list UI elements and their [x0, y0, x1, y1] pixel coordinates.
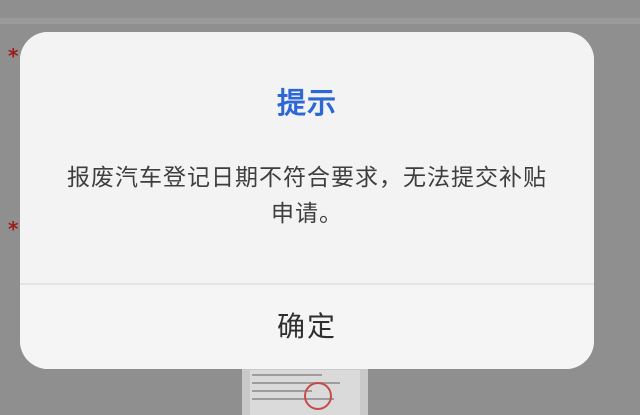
alert-dialog: 提示 报废汽车登记日期不符合要求，无法提交补贴申请。 确定 — [20, 32, 594, 369]
document-line — [252, 374, 322, 376]
document-line — [252, 390, 312, 392]
dialog-message: 报废汽车登记日期不符合要求，无法提交补贴申请。 — [67, 165, 547, 227]
background-band — [0, 18, 640, 24]
document-line — [252, 382, 340, 384]
confirm-button[interactable]: 确定 — [20, 285, 594, 369]
required-mark-top: * — [8, 44, 19, 68]
document-thumbnail — [242, 366, 368, 415]
dialog-title: 提示 — [276, 86, 337, 120]
required-mark-middle: * — [8, 217, 19, 241]
document-seal — [304, 382, 332, 410]
confirm-button-label: 确定 — [276, 311, 337, 342]
dialog-body — [20, 32, 594, 283]
